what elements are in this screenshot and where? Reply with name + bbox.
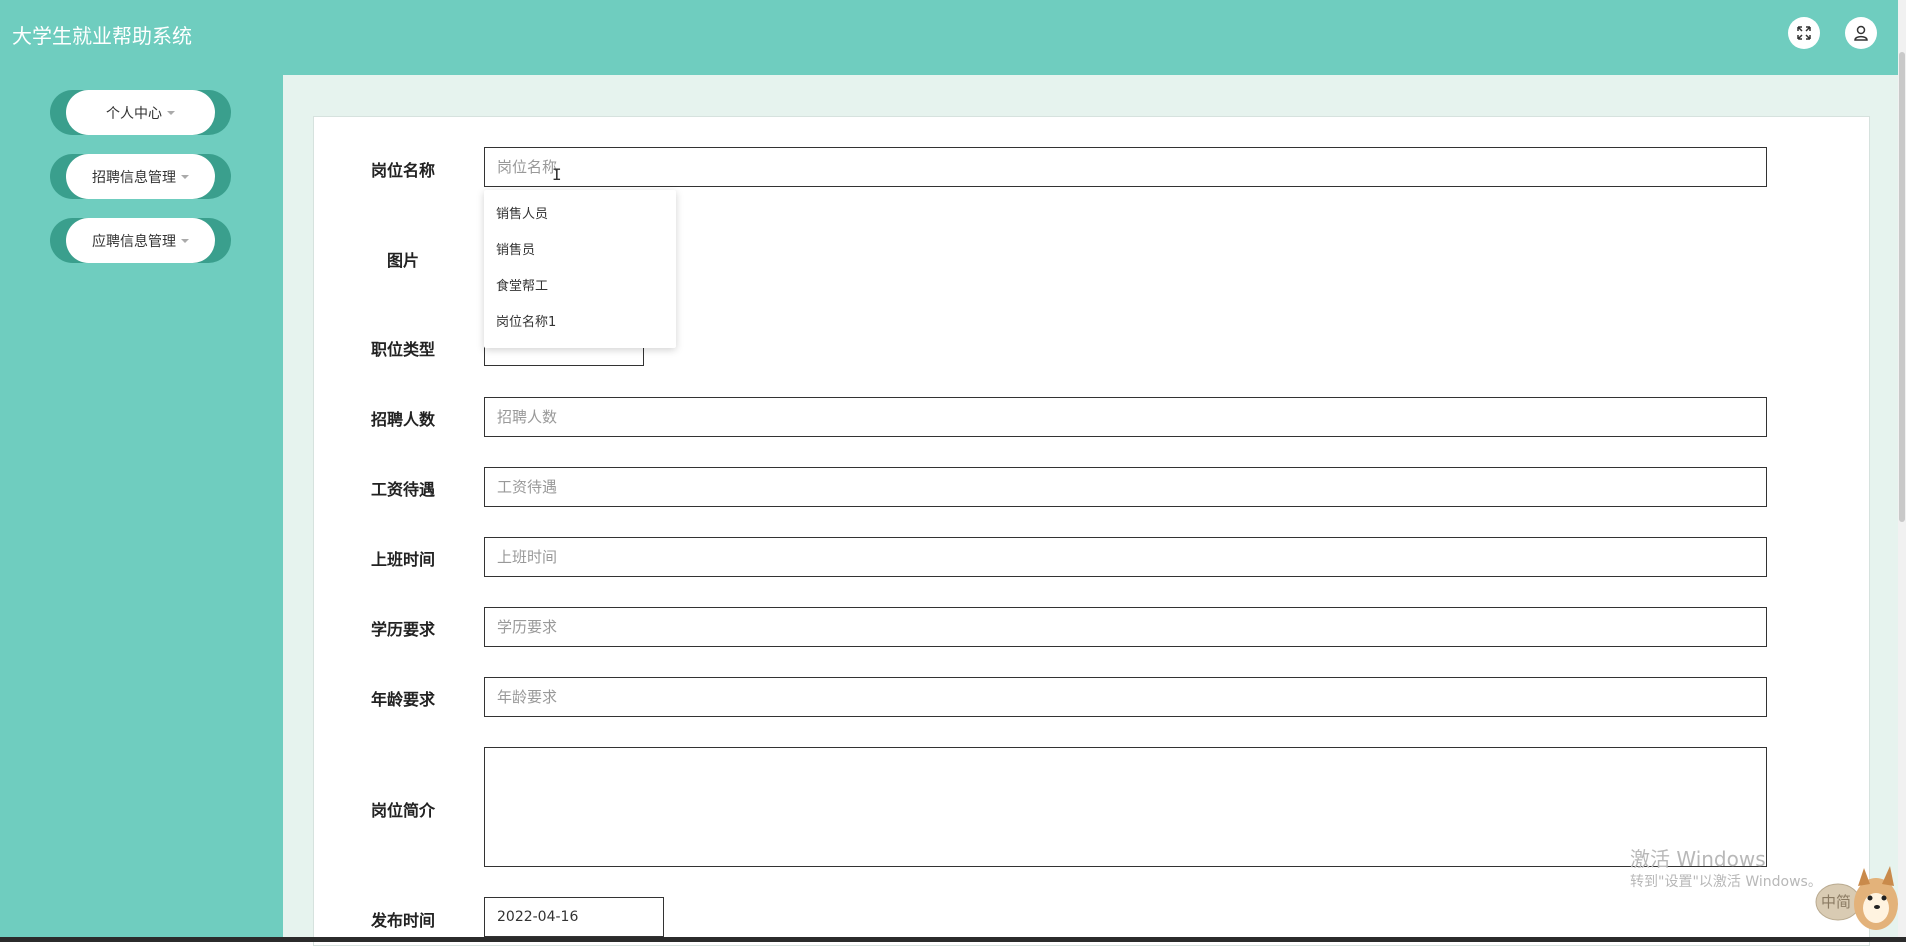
publish-time-label: 发布时间 [370, 911, 435, 930]
autocomplete-option[interactable]: 销售人员 [496, 203, 548, 222]
autocomplete-option[interactable]: 食堂帮工 [496, 275, 548, 294]
user-icon [1854, 25, 1868, 41]
autocomplete-option[interactable]: 岗位名称1 [496, 311, 556, 330]
ime-label: 中简 [1821, 893, 1852, 911]
education-input[interactable] [484, 607, 1767, 647]
intro-label: 岗位简介 [370, 801, 435, 820]
chevron-down-icon [181, 238, 189, 243]
intro-textarea[interactable] [484, 747, 1767, 867]
sidebar-item-recruitment[interactable]: 招聘信息管理 [50, 154, 231, 199]
taskbar-edge [0, 937, 1906, 942]
top-bar: 大学生就业帮助系统 [0, 0, 1898, 75]
headcount-label: 招聘人数 [370, 410, 435, 429]
sidebar-item-personal-center[interactable]: 个人中心 [50, 90, 231, 135]
publish-time-input[interactable]: 2022-04-16 [484, 897, 664, 937]
salary-input[interactable] [484, 467, 1767, 507]
sidebar-item-applications[interactable]: 应聘信息管理 [50, 218, 231, 263]
scrollbar-thumb[interactable] [1899, 52, 1905, 522]
windows-activation-subtitle: 转到"设置"以激活 Windows。 [1630, 874, 1822, 890]
sidebar-item-label: 应聘信息管理 [92, 233, 176, 250]
text-cursor-icon: I [552, 165, 562, 184]
age-input[interactable] [484, 677, 1767, 717]
age-label: 年龄要求 [370, 690, 435, 709]
sidebar-item-label: 招聘信息管理 [92, 169, 176, 186]
education-label: 学历要求 [370, 620, 435, 639]
image-label: 图片 [386, 251, 419, 270]
scrollbar[interactable] [1898, 0, 1906, 942]
chevron-down-icon [181, 174, 189, 179]
headcount-input[interactable] [484, 397, 1767, 437]
fullscreen-icon [1797, 26, 1811, 40]
autocomplete-option[interactable]: 销售员 [496, 239, 535, 258]
job-type-label: 职位类型 [370, 340, 435, 359]
job-name-autocomplete: 销售人员 销售员 食堂帮工 岗位名称1 [484, 190, 676, 348]
fullscreen-button[interactable] [1788, 17, 1820, 49]
work-time-label: 上班时间 [370, 550, 435, 569]
user-button[interactable] [1845, 17, 1877, 49]
work-time-input[interactable] [484, 537, 1767, 577]
salary-label: 工资待遇 [370, 480, 435, 499]
windows-activation-title: 激活 Windows [1630, 847, 1766, 871]
app-title: 大学生就业帮助系统 [12, 24, 192, 48]
job-name-input[interactable] [484, 147, 1767, 187]
ime-widget[interactable]: 中简 [1810, 858, 1900, 934]
sidebar: 个人中心 招聘信息管理 应聘信息管理 [0, 75, 283, 937]
chevron-down-icon [167, 110, 175, 115]
sidebar-item-label: 个人中心 [106, 105, 162, 122]
job-name-label: 岗位名称 [370, 161, 435, 180]
